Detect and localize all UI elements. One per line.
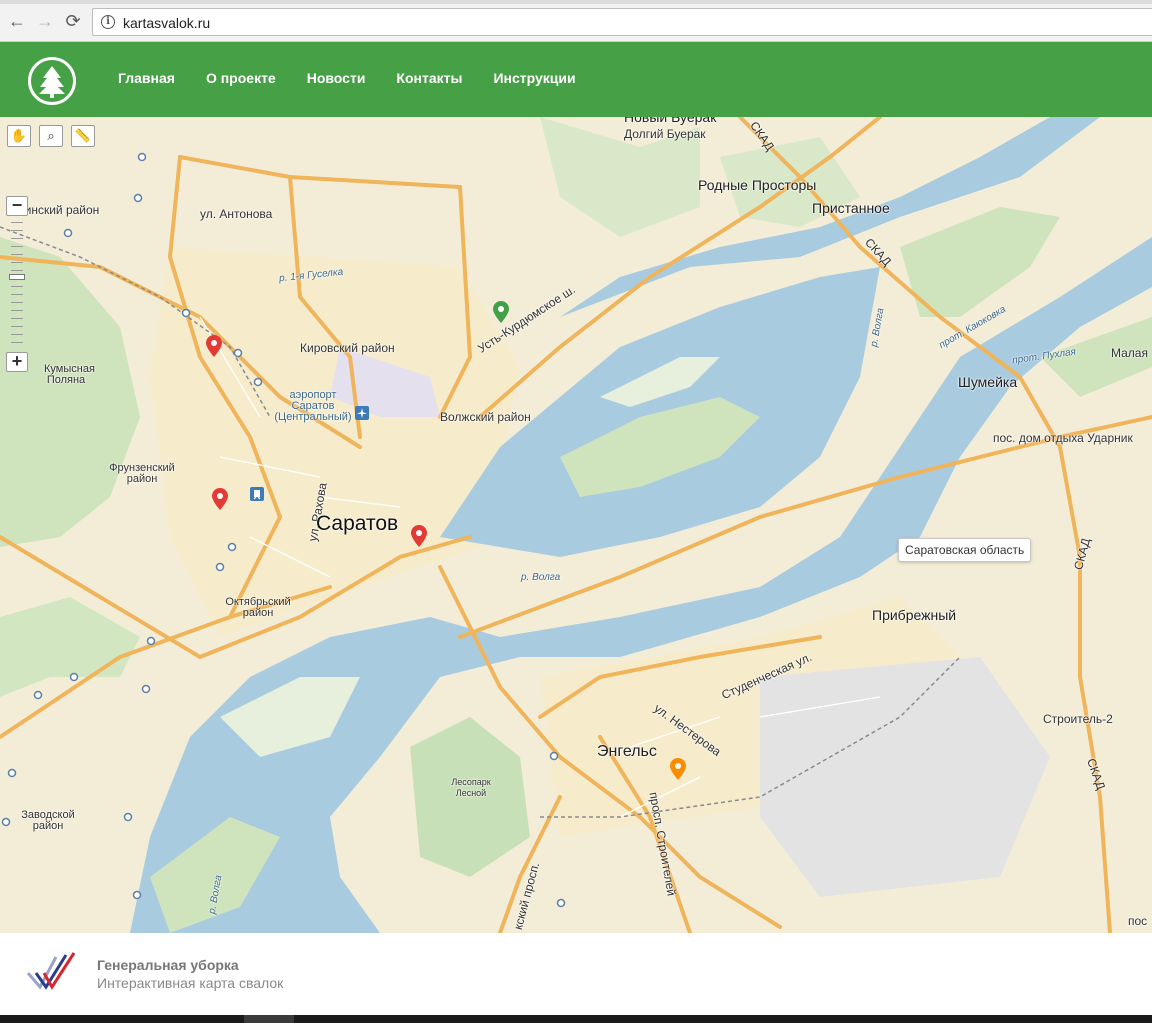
zoom-tick bbox=[11, 238, 23, 239]
address-bar[interactable]: i kartasvalok.ru bbox=[92, 8, 1152, 36]
browser-toolbar: ← → ⟳ i kartasvalok.ru bbox=[0, 0, 1152, 42]
railway-station-icon bbox=[250, 487, 264, 501]
place-label: Шумейка bbox=[958, 374, 1018, 390]
place-label: Родные Просторы bbox=[698, 177, 817, 193]
zoom-tick bbox=[11, 222, 23, 223]
zoom-slider[interactable] bbox=[6, 216, 28, 352]
zoom-out-button[interactable]: − bbox=[6, 196, 28, 216]
menu-item-home[interactable]: Главная bbox=[118, 70, 175, 86]
zoom-tick bbox=[11, 246, 23, 247]
dump-marker-red[interactable] bbox=[206, 335, 222, 357]
dump-marker-red[interactable] bbox=[411, 525, 427, 547]
zoom-slider-thumb[interactable] bbox=[9, 274, 25, 280]
place-label: Малая bbox=[1111, 346, 1148, 360]
site-footer: Генеральная уборка Интерактивная карта с… bbox=[0, 933, 1152, 1015]
place-label: Долгий Буерак bbox=[624, 127, 706, 141]
place-label: пос. дом отдыха Ударник bbox=[993, 431, 1133, 445]
zoom-tick bbox=[11, 310, 23, 311]
zoom-tick bbox=[11, 318, 23, 319]
water-label: р. Волга bbox=[521, 572, 561, 583]
map-base-layer bbox=[0, 117, 1152, 933]
district-label: нинский район bbox=[18, 203, 100, 217]
hand-tool-icon[interactable]: ✋ bbox=[7, 125, 31, 147]
place-label: Новый Буерак bbox=[624, 117, 717, 125]
main-menu: Главная О проекте Новости Контакты Инстр… bbox=[118, 70, 607, 86]
district-label: Фрунзенский район bbox=[109, 462, 175, 485]
city-label: Саратов bbox=[316, 512, 399, 535]
footer-title: Генеральная уборка bbox=[97, 957, 239, 973]
dumps-map[interactable]: Новый Буерак Долгий Буерак СКАД Родные П… bbox=[0, 117, 1152, 933]
district-label: Октябрьский район bbox=[225, 596, 291, 619]
zoom-tick bbox=[11, 326, 23, 327]
dump-marker-orange[interactable] bbox=[670, 758, 686, 780]
magnifier-tool-icon[interactable]: ⌕ bbox=[39, 125, 63, 147]
onf-logo-icon bbox=[26, 952, 76, 990]
forward-icon[interactable]: → bbox=[34, 10, 56, 32]
place-label: Строитель-2 bbox=[1043, 712, 1113, 726]
info-icon[interactable]: i bbox=[101, 15, 115, 29]
zoom-tick bbox=[11, 270, 23, 271]
zoom-in-button[interactable]: + bbox=[6, 352, 28, 372]
zoom-tick bbox=[11, 230, 23, 231]
park-label: Лесопарк Лесной bbox=[451, 777, 491, 798]
reload-icon[interactable]: ⟳ bbox=[62, 10, 84, 32]
menu-item-news[interactable]: Новости bbox=[307, 70, 366, 86]
taskbar-item[interactable] bbox=[244, 1015, 294, 1023]
place-label: пос bbox=[1128, 914, 1148, 928]
zoom-tick bbox=[11, 286, 23, 287]
tree-logo-icon[interactable] bbox=[28, 57, 76, 105]
street-label: ул. Антонова bbox=[200, 207, 273, 221]
zoom-tick bbox=[11, 342, 23, 343]
os-taskbar bbox=[0, 1015, 1152, 1023]
tab-strip bbox=[0, 0, 1152, 4]
zoom-tick bbox=[11, 294, 23, 295]
airport-icon bbox=[355, 406, 369, 420]
zoom-tick bbox=[11, 334, 23, 335]
place-label: Пристанное bbox=[812, 200, 890, 216]
city-label: Энгельс bbox=[597, 743, 657, 760]
place-label: Кумысная Поляна bbox=[44, 363, 95, 386]
zoom-control: − + bbox=[6, 196, 28, 372]
menu-item-about[interactable]: О проекте bbox=[206, 70, 276, 86]
back-icon[interactable]: ← bbox=[6, 10, 28, 32]
district-label: Заводской район bbox=[21, 809, 75, 832]
zoom-tick bbox=[11, 254, 23, 255]
zoom-tick bbox=[11, 262, 23, 263]
site-header: Главная О проекте Новости Контакты Инстр… bbox=[0, 42, 1152, 117]
district-label: Кировский район bbox=[300, 341, 395, 355]
dump-marker-red[interactable] bbox=[212, 488, 228, 510]
footer-subtitle: Интерактивная карта свалок bbox=[97, 975, 284, 991]
zoom-tick bbox=[11, 302, 23, 303]
address-url[interactable]: kartasvalok.ru bbox=[123, 15, 210, 31]
place-label: Прибрежный bbox=[872, 607, 957, 623]
ruler-tool-icon[interactable]: 📏 bbox=[71, 125, 95, 147]
dump-marker-green[interactable] bbox=[493, 301, 509, 323]
region-hint-tooltip: Саратовская область bbox=[898, 538, 1032, 562]
menu-item-contacts[interactable]: Контакты bbox=[396, 70, 462, 86]
menu-item-instructions[interactable]: Инструкции bbox=[493, 70, 575, 86]
district-label: Волжский район bbox=[440, 410, 531, 424]
airport-label: аэропорт Саратов (Центральный) bbox=[274, 389, 352, 423]
